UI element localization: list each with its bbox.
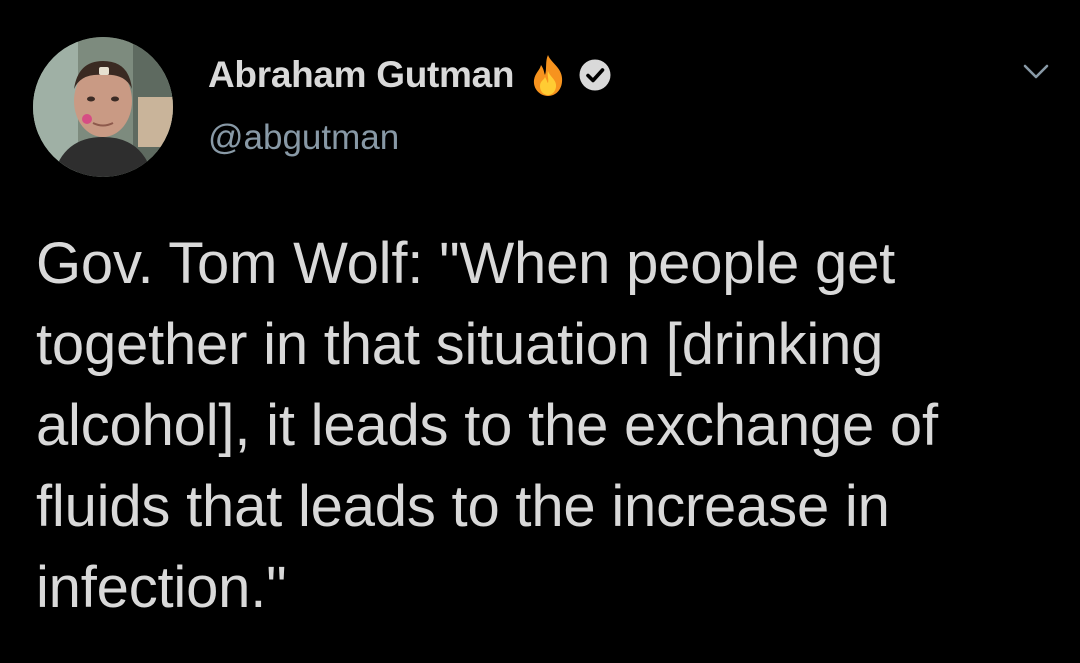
fire-emoji-icon bbox=[528, 53, 568, 97]
tweet-text: Gov. Tom Wolf: "When people get together… bbox=[36, 231, 954, 620]
verified-badge-icon bbox=[578, 58, 612, 92]
author-handle[interactable]: @abgutman bbox=[208, 118, 399, 158]
avatar[interactable] bbox=[33, 37, 173, 177]
profile-photo bbox=[33, 37, 173, 177]
chevron-down-icon[interactable] bbox=[1016, 57, 1056, 87]
author-display-name[interactable]: Abraham Gutman bbox=[208, 54, 515, 96]
author-name-row[interactable]: Abraham Gutman bbox=[208, 50, 612, 100]
